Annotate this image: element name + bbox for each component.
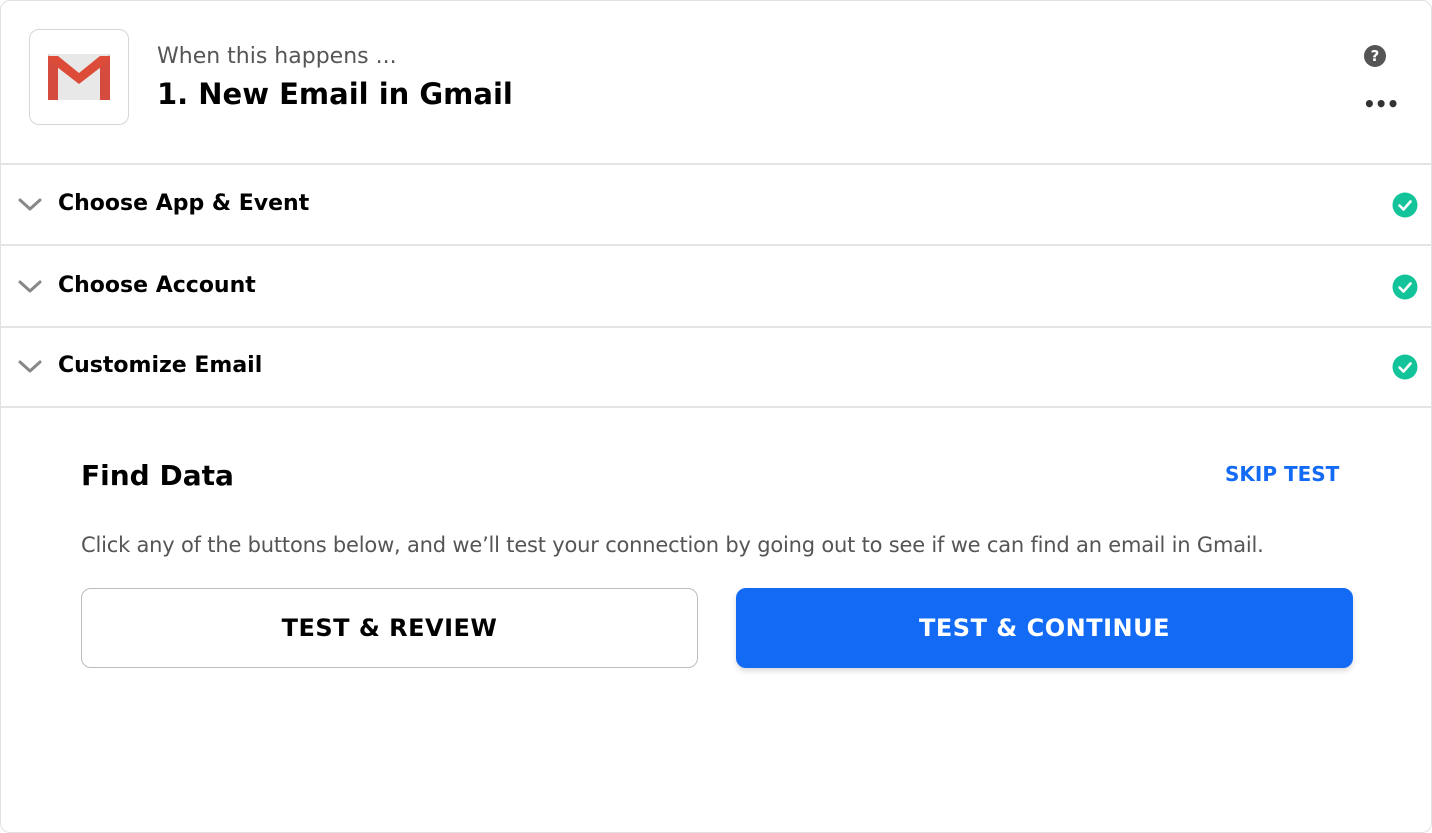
step-card: When this happens ... 1. New Email in Gm… xyxy=(0,0,1432,833)
section-label: Customize Email xyxy=(58,353,263,378)
gmail-icon xyxy=(48,54,110,100)
section-label: Choose Account xyxy=(58,273,256,298)
section-choose-app-event[interactable]: Choose App & Event xyxy=(1,165,1431,246)
ellipsis-icon[interactable]: ••• xyxy=(1363,94,1399,117)
step-header: When this happens ... 1. New Email in Gm… xyxy=(1,1,1431,165)
step-subtitle: When this happens ... xyxy=(157,44,397,69)
check-circle-icon xyxy=(1392,192,1418,218)
check-circle-icon xyxy=(1392,274,1418,300)
section-choose-account[interactable]: Choose Account xyxy=(1,247,1431,328)
section-label: Choose App & Event xyxy=(58,191,310,216)
check-circle-icon xyxy=(1392,354,1418,380)
find-data-title: Find Data xyxy=(81,459,234,492)
app-icon-box xyxy=(29,29,129,125)
chevron-down-icon xyxy=(18,280,42,293)
question-circle-icon[interactable]: ? xyxy=(1364,45,1386,67)
chevron-down-icon xyxy=(18,360,42,373)
skip-test-link[interactable]: SKIP TEST xyxy=(1225,462,1339,486)
find-data-description: Click any of the buttons below, and we’l… xyxy=(81,533,1264,557)
step-title: 1. New Email in Gmail xyxy=(157,77,513,111)
test-continue-button[interactable]: TEST & CONTINUE xyxy=(736,588,1353,668)
section-customize-email[interactable]: Customize Email xyxy=(1,327,1431,408)
test-review-button[interactable]: TEST & REVIEW xyxy=(81,588,698,668)
chevron-down-icon xyxy=(18,198,42,211)
